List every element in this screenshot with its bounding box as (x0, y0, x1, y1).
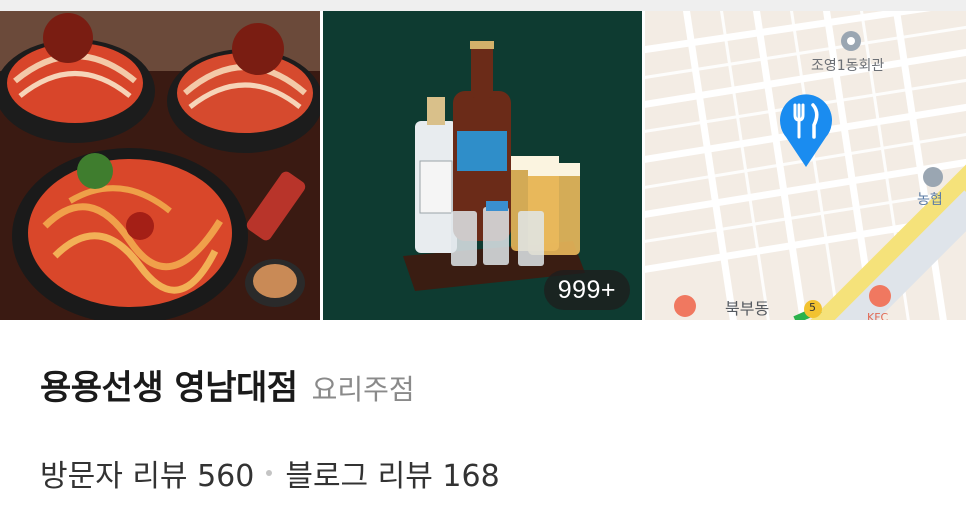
restaurant-marker-icon[interactable] (778, 93, 834, 169)
map-label-bank: 농협 (917, 192, 943, 208)
map-label-district: 북부동 (725, 299, 770, 318)
blog-review-link[interactable]: 블로그 리뷰 168 (285, 451, 499, 495)
photo-strip[interactable]: 999+ 조영1동회관 농협 북부동 5 KFC (0, 11, 966, 320)
map-label-community-center: 조영1동회관 (811, 58, 885, 74)
review-summary: 방문자 리뷰 560 블로그 리뷰 168 (40, 451, 500, 495)
map-label-kfc: KFC (867, 311, 889, 320)
photo-count-badge[interactable]: 999+ (543, 270, 630, 310)
food-photo[interactable] (0, 11, 320, 320)
visitor-review-link[interactable]: 방문자 리뷰 560 (40, 451, 254, 495)
separator-dot (266, 470, 273, 476)
top-divider-bar (0, 0, 966, 11)
food-illustration (0, 11, 320, 320)
title-row: 용용선생 영남대점 요리주점 (40, 360, 415, 409)
drinks-photo[interactable]: 999+ (323, 11, 642, 320)
place-category: 요리주점 (311, 373, 415, 406)
place-header: 용용선생 영남대점 요리주점 (40, 360, 415, 409)
place-name[interactable]: 용용선생 영남대점 (40, 360, 298, 409)
map-thumbnail[interactable]: 조영1동회관 농협 북부동 5 KFC (645, 11, 966, 320)
map-label-route: 5 (809, 301, 816, 314)
